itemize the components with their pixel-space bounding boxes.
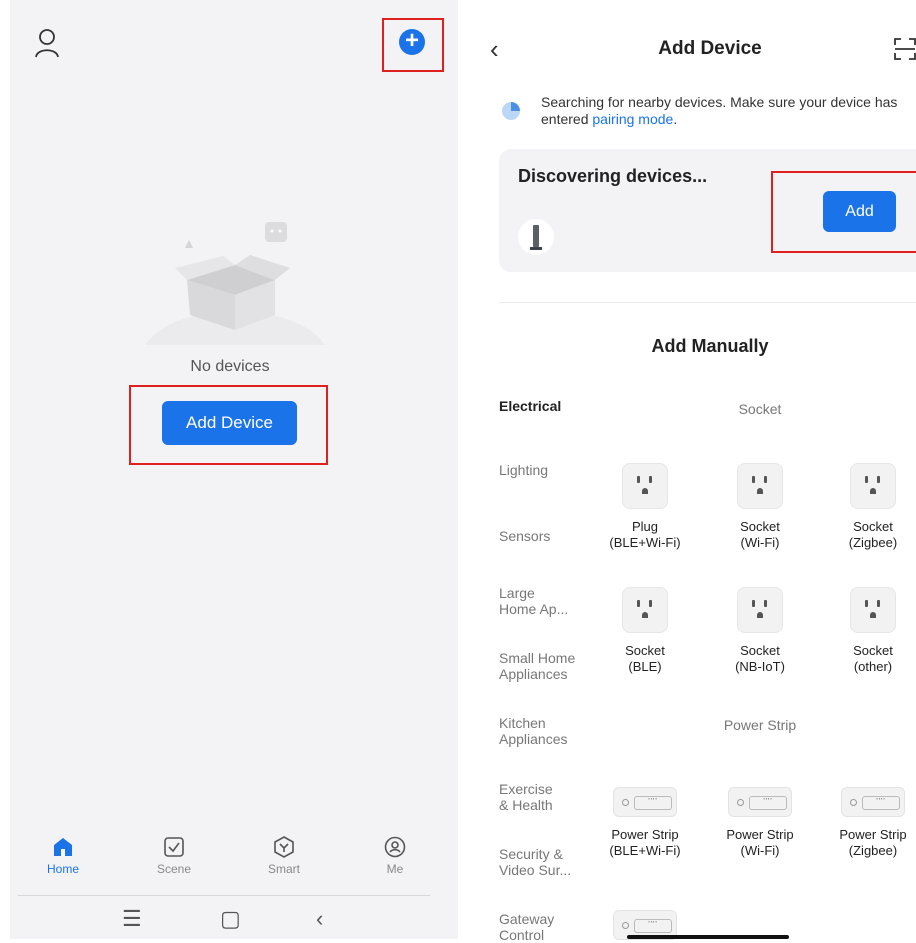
tile-sub: (BLE+Wi-Fi) xyxy=(609,843,681,858)
search-message-suffix: . xyxy=(673,111,678,127)
empty-state-text: No devices xyxy=(190,358,270,375)
device-icon xyxy=(530,225,542,250)
device-tile-socket-ble[interactable]: Socket (BLE) xyxy=(600,587,690,675)
category-gateway-control[interactable]: Gateway Control xyxy=(499,911,559,943)
back-icon[interactable]: ‹ xyxy=(490,34,499,65)
tab-smart[interactable]: Smart xyxy=(244,812,324,876)
power-strip-icon: '''' xyxy=(841,787,905,817)
category-sensors[interactable]: Sensors xyxy=(499,528,599,544)
tab-me-label: Me xyxy=(386,862,404,876)
tab-home[interactable]: Home xyxy=(23,812,103,876)
tile-name: Power Strip xyxy=(726,827,794,842)
device-tile-power-strip-zigbee[interactable]: '''' Power Strip (Zigbee) xyxy=(830,787,916,859)
tile-name: Socket xyxy=(740,519,780,534)
socket-icon xyxy=(850,463,896,509)
power-strip-icon: '''' xyxy=(728,787,792,817)
tab-scene[interactable]: Scene xyxy=(134,812,214,876)
tile-name: Socket xyxy=(740,643,780,658)
tile-sub: (Zigbee) xyxy=(848,843,898,858)
device-tile-socket-nbiot[interactable]: Socket (NB-IoT) xyxy=(715,587,805,675)
pairing-mode-link[interactable]: pairing mode xyxy=(592,111,673,127)
category-exercise-health[interactable]: Exercise & Health xyxy=(499,781,559,813)
category-small-home-appliances[interactable]: Small Home Appliances xyxy=(499,650,589,682)
category-kitchen-appliances[interactable]: Kitchen Appliances xyxy=(499,715,579,747)
device-tile-socket-wifi[interactable]: Socket (Wi-Fi) xyxy=(715,463,805,551)
tile-sub: (Zigbee) xyxy=(848,535,898,550)
device-tile-power-strip-wifi[interactable]: '''' Power Strip (Wi-Fi) xyxy=(715,787,805,859)
tile-name: Socket xyxy=(853,519,893,534)
add-manually-title: Add Manually xyxy=(651,336,769,356)
socket-icon xyxy=(622,463,668,509)
me-icon xyxy=(384,836,406,858)
tile-name: Power Strip xyxy=(611,827,679,842)
add-device-screen: ‹ Add Device Searching for nearby device… xyxy=(480,0,916,943)
home-screen: + No devices xyxy=(10,0,458,939)
tab-smart-label: Smart xyxy=(267,862,300,876)
tile-sub: (BLE) xyxy=(628,659,662,674)
socket-icon xyxy=(737,587,783,633)
device-tile-plug-ble-wifi[interactable]: Plug (BLE+Wi-Fi) xyxy=(600,463,690,551)
socket-icon xyxy=(737,463,783,509)
highlight-add xyxy=(771,171,916,253)
tile-sub: (Wi-Fi) xyxy=(740,843,780,858)
power-strip-icon: '''' xyxy=(613,787,677,817)
tile-sub: (BLE+Wi-Fi) xyxy=(609,535,681,550)
tile-name: Socket xyxy=(625,643,665,658)
scene-icon xyxy=(164,837,184,857)
category-lighting[interactable]: Lighting xyxy=(499,462,599,478)
socket-icon xyxy=(622,587,668,633)
category-security-video[interactable]: Security & Video Sur... xyxy=(499,846,579,878)
home-nav-icon[interactable]: ▢ xyxy=(220,906,241,932)
user-icon[interactable] xyxy=(34,28,60,58)
socket-section-title: Socket xyxy=(738,401,782,417)
section-divider xyxy=(499,302,916,303)
socket-icon xyxy=(850,587,896,633)
highlight-add-device xyxy=(129,385,328,465)
empty-box-illustration xyxy=(145,222,325,345)
spinner-icon xyxy=(502,102,520,120)
home-icon xyxy=(54,838,72,856)
tab-scene-label: Scene xyxy=(156,862,192,876)
tile-sub: (other) xyxy=(853,659,893,674)
device-tile-power-strip-ble-wifi[interactable]: '''' Power Strip (BLE+Wi-Fi) xyxy=(600,787,690,859)
scan-icon[interactable] xyxy=(894,38,916,60)
tile-name: Socket xyxy=(853,643,893,658)
tab-me[interactable]: Me xyxy=(355,812,435,876)
discover-title: Discovering devices... xyxy=(518,166,708,186)
tile-sub: (NB-IoT) xyxy=(735,659,785,674)
tile-name: Power Strip xyxy=(839,827,907,842)
power-strip-section-title: Power Strip xyxy=(723,717,797,733)
category-large-home-appliances[interactable]: Large Home Ap... xyxy=(499,585,569,617)
bottom-tab-bar: Home Scene Smart Me xyxy=(10,812,430,894)
smart-icon xyxy=(274,836,294,858)
home-indicator xyxy=(627,935,789,939)
back-nav-icon[interactable]: ‹ xyxy=(316,906,323,932)
tile-name: Plug xyxy=(631,519,659,534)
discovered-device-thumbnail xyxy=(518,219,554,255)
tile-sub: (Wi-Fi) xyxy=(740,535,780,550)
highlight-plus xyxy=(382,18,444,72)
tab-home-label: Home xyxy=(46,862,79,876)
device-tile-socket-other[interactable]: Socket (other) xyxy=(830,587,916,675)
search-message: Searching for nearby devices. Make sure … xyxy=(541,94,911,128)
device-tile-socket-zigbee[interactable]: Socket (Zigbee) xyxy=(830,463,916,551)
category-electrical[interactable]: Electrical xyxy=(499,398,599,414)
page-title: Add Device xyxy=(658,38,762,59)
system-nav-bar: ☰ ▢ ‹ xyxy=(10,896,458,939)
recent-apps-icon[interactable]: ☰ xyxy=(122,906,142,932)
